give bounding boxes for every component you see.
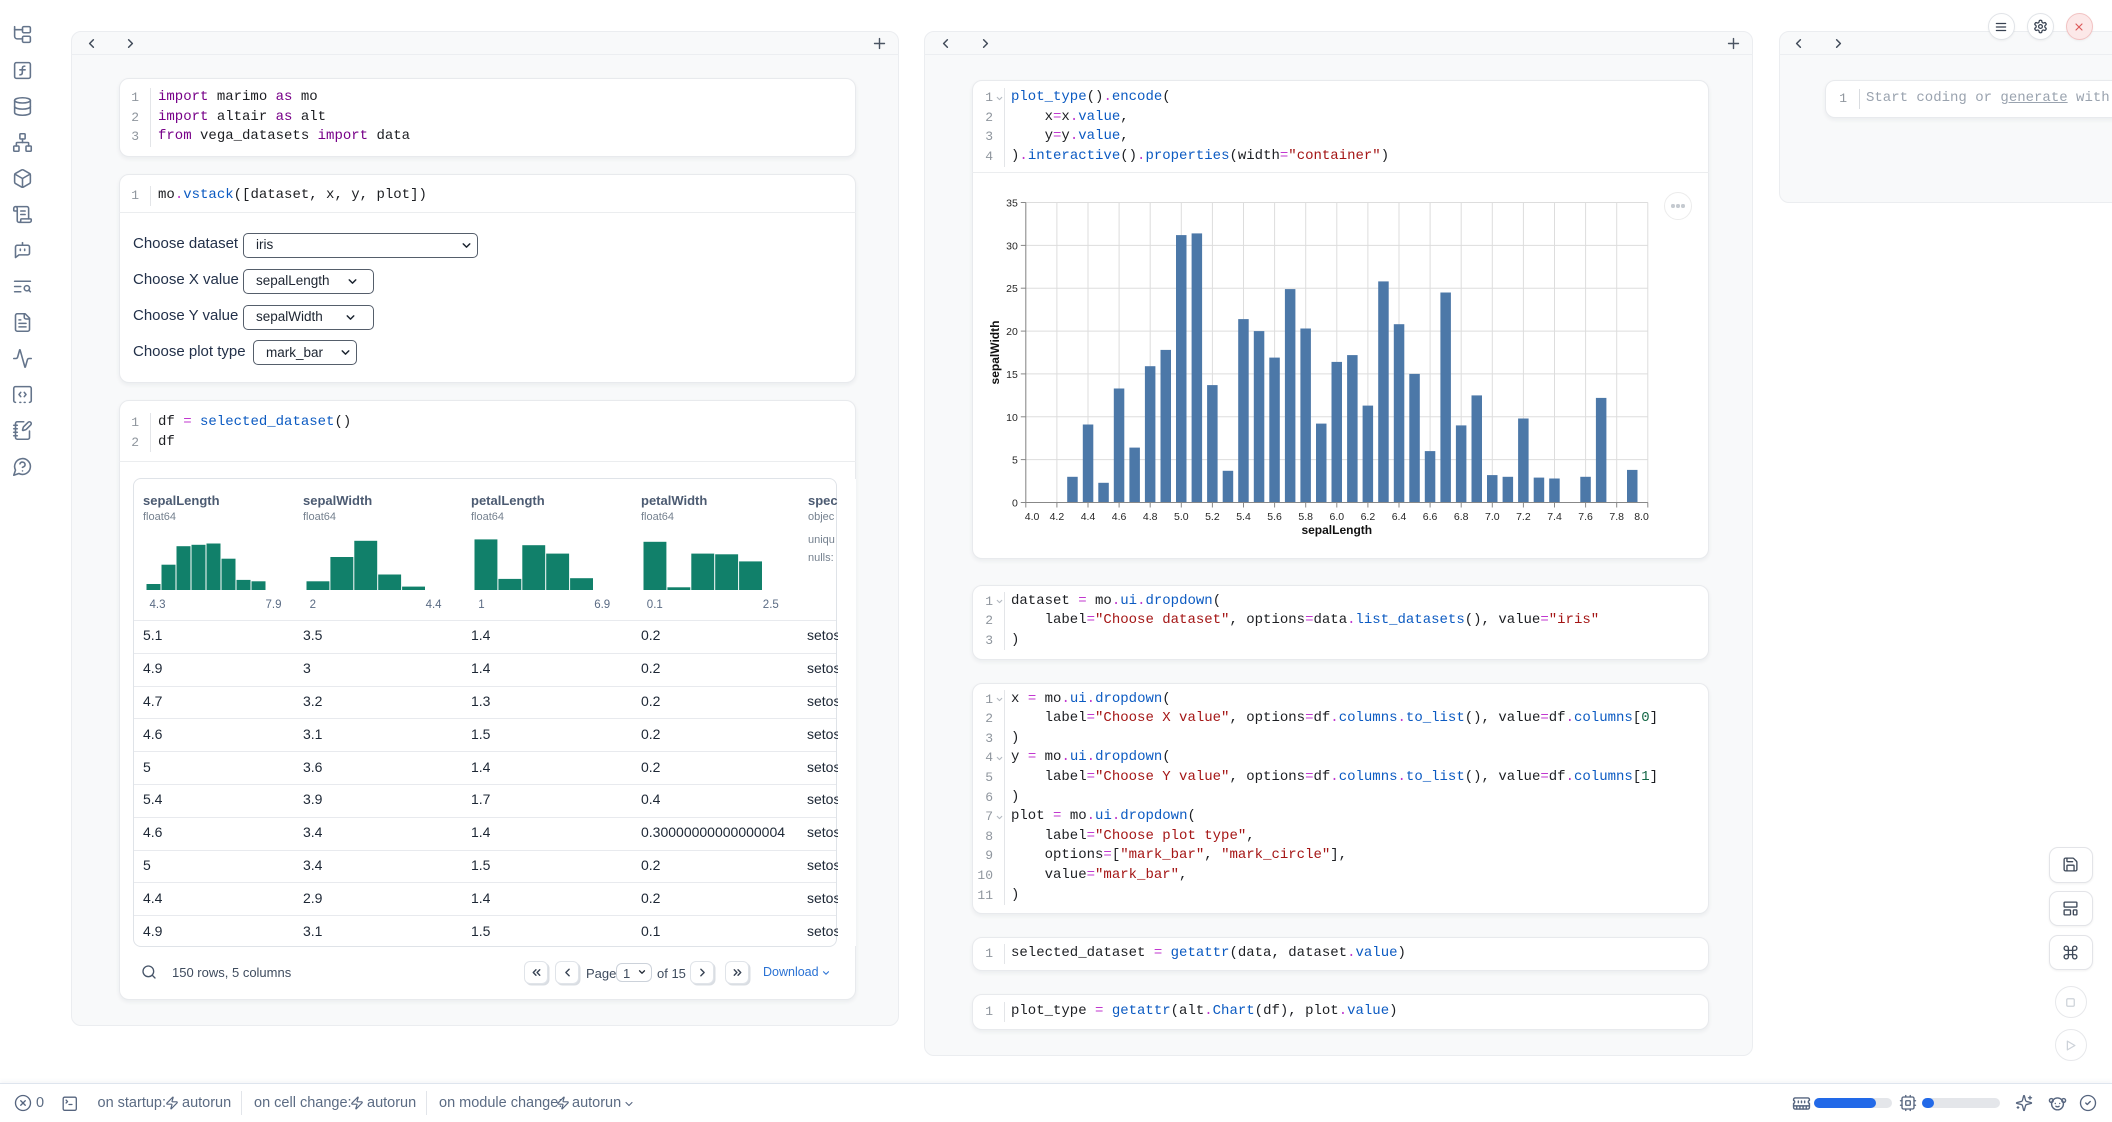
svg-text:sepalWidth: sepalWidth bbox=[988, 321, 1002, 385]
svg-text:4.2: 4.2 bbox=[1050, 511, 1065, 523]
svg-text:35: 35 bbox=[1006, 198, 1018, 210]
svg-text:5: 5 bbox=[1012, 455, 1018, 467]
svg-text:20: 20 bbox=[1006, 326, 1018, 338]
svg-text:4.4: 4.4 bbox=[1081, 511, 1096, 523]
svg-text:6.8: 6.8 bbox=[1454, 511, 1469, 523]
svg-text:0: 0 bbox=[1012, 498, 1018, 510]
svg-text:4.8: 4.8 bbox=[1143, 511, 1158, 523]
svg-text:30: 30 bbox=[1006, 240, 1018, 252]
svg-text:5.2: 5.2 bbox=[1205, 511, 1220, 523]
svg-text:5.4: 5.4 bbox=[1236, 511, 1251, 523]
svg-text:7.8: 7.8 bbox=[1609, 511, 1624, 523]
svg-text:8.0: 8.0 bbox=[1634, 511, 1649, 523]
svg-text:sepalLength: sepalLength bbox=[1301, 523, 1372, 537]
svg-text:4.0: 4.0 bbox=[1025, 511, 1040, 523]
svg-text:6.6: 6.6 bbox=[1423, 511, 1438, 523]
svg-text:25: 25 bbox=[1006, 283, 1018, 295]
svg-text:7.4: 7.4 bbox=[1547, 511, 1562, 523]
svg-text:6.4: 6.4 bbox=[1392, 511, 1407, 523]
svg-text:5.6: 5.6 bbox=[1267, 511, 1282, 523]
svg-text:7.6: 7.6 bbox=[1578, 511, 1593, 523]
svg-text:10: 10 bbox=[1006, 412, 1018, 424]
svg-text:7.0: 7.0 bbox=[1485, 511, 1500, 523]
svg-text:4.6: 4.6 bbox=[1112, 511, 1127, 523]
svg-text:6.2: 6.2 bbox=[1361, 511, 1376, 523]
svg-text:5.8: 5.8 bbox=[1298, 511, 1313, 523]
svg-text:7.2: 7.2 bbox=[1516, 511, 1531, 523]
svg-text:6.0: 6.0 bbox=[1329, 511, 1344, 523]
svg-text:5.0: 5.0 bbox=[1174, 511, 1189, 523]
svg-text:15: 15 bbox=[1006, 369, 1018, 381]
